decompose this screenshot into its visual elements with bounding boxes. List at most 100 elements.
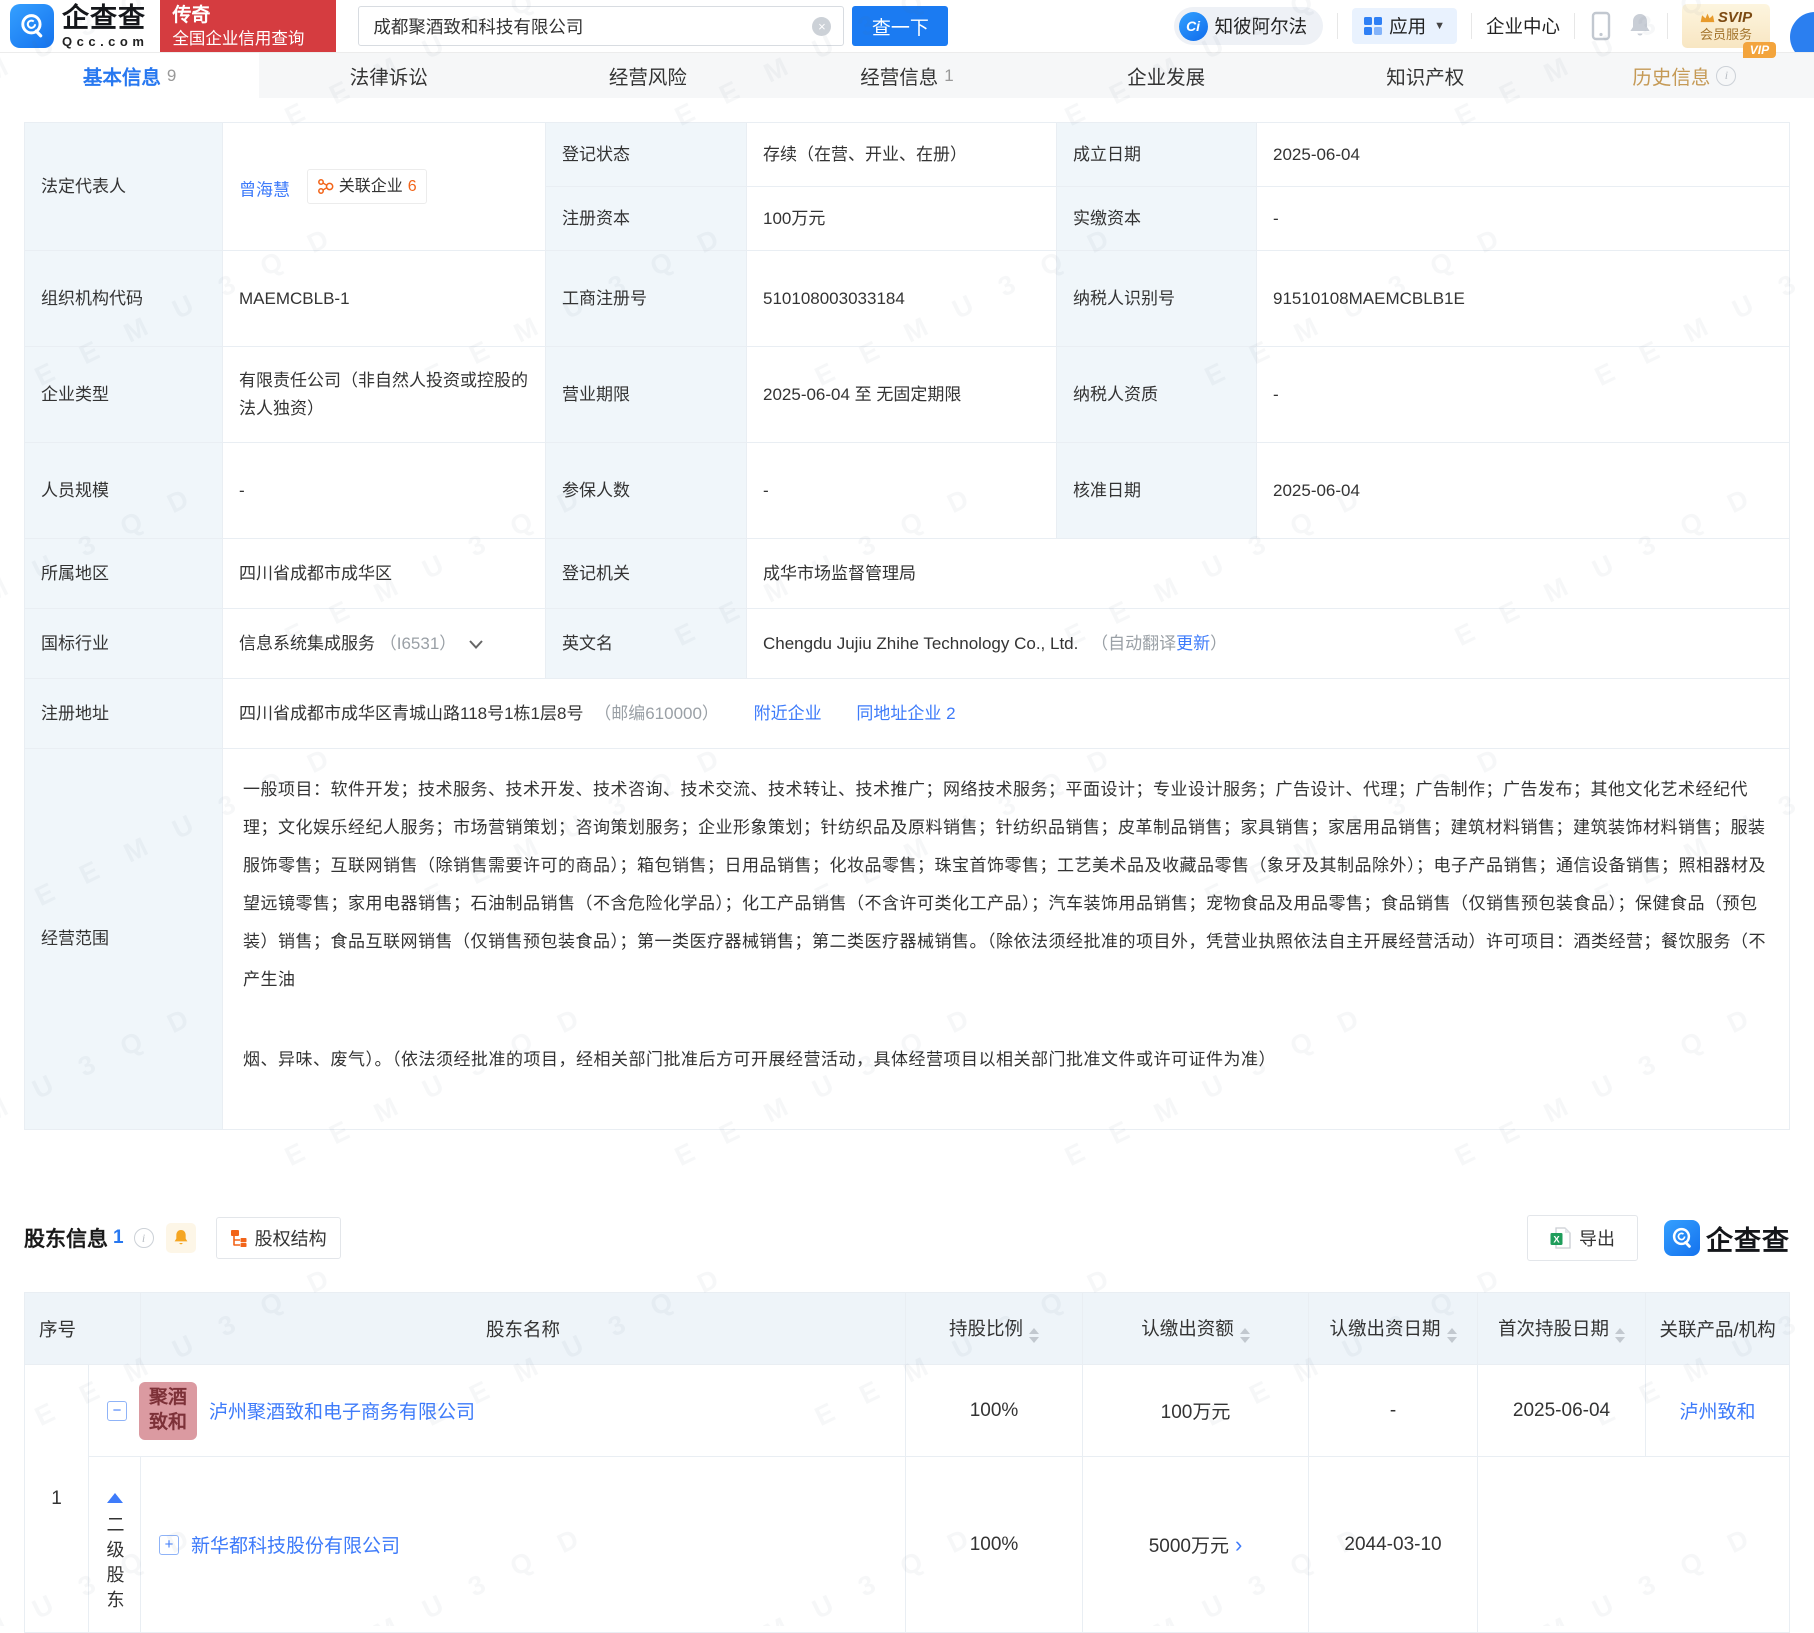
cell-amount: 5000万元 › (1082, 1456, 1310, 1633)
label-english-name: 英文名 (545, 608, 747, 679)
qcc-watermark-logo: 企查查 (1664, 1219, 1790, 1258)
col-subscribed-date[interactable]: 认缴出资日期 (1308, 1292, 1479, 1365)
col-first-date-label: 首次持股日期 (1498, 1317, 1610, 1339)
col-first-hold-date[interactable]: 首次持股日期 (1477, 1292, 1647, 1365)
search-bar: × 查一下 (358, 0, 949, 52)
value-legal-rep: 曾海慧 关联企业 6 (222, 122, 546, 251)
related-network-icon (317, 179, 334, 194)
col-subscribed-amount[interactable]: 认缴出资额 (1082, 1292, 1310, 1365)
tab-label: 经营信息 (860, 67, 939, 89)
value-business-term: 2025-06-04 至 无固定期限 (746, 346, 1057, 443)
translate-update-link[interactable]: 更新 (1176, 634, 1210, 653)
collapse-button[interactable]: − (107, 1400, 127, 1421)
equity-tree-icon (230, 1230, 247, 1247)
chevron-right-icon[interactable]: › (1235, 1532, 1242, 1557)
clear-search-icon[interactable]: × (812, 16, 832, 36)
sort-icon[interactable] (1239, 1327, 1250, 1343)
notifications-bell-icon[interactable] (1627, 11, 1653, 41)
sort-icon[interactable] (1446, 1327, 1457, 1343)
excel-icon: X (1550, 1227, 1571, 1249)
tab-count: 1 (944, 65, 954, 85)
label-paid-capital: 实缴资本 (1056, 186, 1257, 251)
value-establish-date: 2025-06-04 (1256, 122, 1790, 187)
related-companies-label: 关联企业 (338, 177, 403, 195)
value-reg-capital: 100万元 (746, 186, 1057, 251)
zhibi-alpha-label: 知彼阿尔法 (1214, 16, 1308, 37)
nearby-companies-link[interactable]: 附近企业 (754, 704, 822, 723)
svip-title: SVIP (1717, 9, 1753, 27)
sort-icon[interactable] (1615, 1327, 1626, 1343)
chevron-down-icon[interactable] (469, 640, 483, 649)
export-label: 导出 (1579, 1229, 1615, 1249)
tab-label: 基本信息 (82, 67, 161, 89)
label-insured-count: 参保人数 (545, 442, 747, 539)
related-product-link[interactable]: 泸州致和 (1680, 1402, 1756, 1423)
qcc-watermark-text: 企查查 (1706, 1225, 1790, 1256)
col-seq: 序号 (23, 1292, 142, 1365)
tab-operating-risk[interactable]: 经营风险 (518, 53, 777, 98)
search-button[interactable]: 查一下 (852, 6, 949, 46)
svg-text:X: X (1553, 1235, 1560, 1246)
collapse-arrow-icon[interactable] (106, 1492, 123, 1503)
shareholders-section-header: 股东信息 1 i 股权结构 X 导出 企查查 (24, 1214, 1790, 1262)
shareholder-sub-row: 二级股东 + 新华都科技股份有限公司 100% 5000万元 › 2044-03-… (25, 1456, 1790, 1633)
amount-text: 5000万元 (1148, 1536, 1229, 1557)
related-companies-badge[interactable]: 关联企业 6 (306, 168, 427, 205)
sort-icon[interactable] (1029, 1327, 1040, 1343)
tab-company-development[interactable]: 企业发展 (1037, 53, 1296, 98)
cell-amount: 100万元 (1082, 1364, 1310, 1457)
shareholder-company-link[interactable]: 泸州聚酒致和电子商务有限公司 (209, 1397, 475, 1424)
label-staff-size: 人员规模 (24, 442, 223, 539)
info-circle-icon[interactable]: i (133, 1228, 154, 1248)
equity-structure-button[interactable]: 股权结构 (215, 1217, 341, 1259)
shareholders-table: 序号 股东名称 持股比例 认缴出资额 认缴出资日期 首次持股日期 关联产品/机构… (23, 1292, 1790, 1633)
related-companies-count: 6 (407, 177, 417, 195)
expand-button[interactable]: + (159, 1534, 180, 1555)
search-box: × (358, 6, 845, 46)
enterprise-center-link[interactable]: 企业中心 (1486, 13, 1560, 39)
row-seq: 1 (24, 1364, 89, 1633)
info-circle-icon[interactable]: i (1716, 65, 1737, 86)
col-shareholder-name: 股东名称 (140, 1292, 907, 1365)
avatar-text: 聚酒 (148, 1386, 187, 1408)
mobile-app-icon[interactable] (1589, 10, 1613, 42)
shareholder-company-link[interactable]: 新华都科技股份有限公司 (191, 1531, 400, 1558)
industry-name: 信息系统集成服务 (239, 633, 375, 653)
tab-legal-litigation[interactable]: 法律诉讼 (259, 53, 518, 98)
apps-label: 应用 (1389, 16, 1427, 37)
search-input[interactable] (371, 14, 813, 38)
apps-grid-icon (1364, 17, 1383, 35)
label-reg-authority: 登记机关 (545, 538, 747, 609)
section-tabs: 基本信息 9 法律诉讼 经营风险 经营信息 1 企业发展 知识产权 VIP 历史… (0, 42, 1814, 98)
value-taxpayer-quality: - (1256, 346, 1790, 443)
tab-intellectual-property[interactable]: 知识产权 (1296, 53, 1555, 98)
same-address-companies-link[interactable]: 同地址企业 2 (856, 704, 955, 723)
export-button[interactable]: X 导出 (1527, 1215, 1638, 1261)
label-approval-date: 核准日期 (1056, 442, 1257, 539)
col-pay-date-label: 认缴出资日期 (1329, 1317, 1441, 1339)
zhibi-alpha-icon: Ci (1178, 11, 1208, 41)
monitor-bell-icon[interactable] (165, 1223, 196, 1253)
tab-label: 经营风险 (608, 67, 687, 89)
legal-rep-link[interactable]: 曾海慧 (239, 180, 290, 199)
logo-title: 企查查 (62, 2, 146, 33)
translate-note-close: ） (1210, 633, 1228, 653)
industry-code: （I6531） (379, 633, 457, 653)
qcc-logo[interactable]: 企查查 Qcc.com (0, 0, 148, 52)
tab-basic-info[interactable]: 基本信息 9 (0, 53, 260, 98)
apps-menu[interactable]: 应用 ▼ (1352, 8, 1457, 44)
label-business-scope: 经营范围 (24, 748, 223, 1130)
zhibi-alpha-link[interactable]: Ci 知彼阿尔法 (1173, 7, 1324, 45)
shareholder-level-tag: 二级股东 (104, 1514, 125, 1615)
tab-history-info[interactable]: VIP 历史信息 i (1555, 42, 1814, 98)
col-ratio[interactable]: 持股比例 (905, 1292, 1084, 1365)
tab-operating-info[interactable]: 经营信息 1 (777, 53, 1036, 98)
label-reg-capital: 注册资本 (545, 186, 747, 251)
shareholders-table-header: 序号 股东名称 持股比例 认缴出资额 认缴出资日期 首次持股日期 关联产品/机构 (23, 1292, 1790, 1365)
value-approval-date: 2025-06-04 (1256, 442, 1790, 539)
svip-subtitle: 会员服务 (1699, 26, 1752, 42)
value-business-scope: 一般项目：软件开发；技术服务、技术开发、技术咨询、技术交流、技术转让、技术推广；… (222, 748, 1790, 1130)
col-amount-label: 认缴出资额 (1141, 1317, 1234, 1339)
address-postal: （邮编610000） (594, 703, 719, 723)
shareholder-name-cell: + 新华都科技股份有限公司 (140, 1456, 907, 1633)
